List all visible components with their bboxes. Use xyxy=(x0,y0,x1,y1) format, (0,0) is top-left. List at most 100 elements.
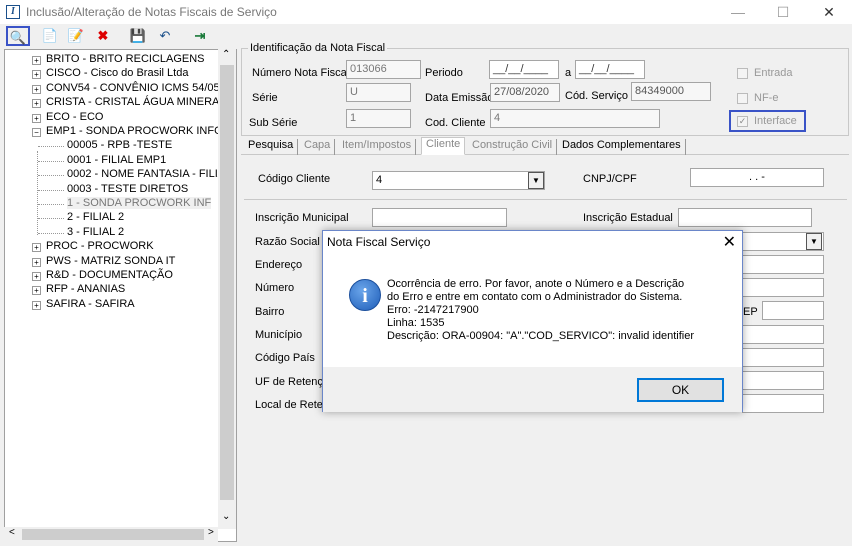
minimize-button[interactable]: — xyxy=(723,3,753,21)
tab-capa[interactable]: Capa xyxy=(300,139,336,155)
cep-field[interactable] xyxy=(762,301,824,320)
expand-icon[interactable]: + xyxy=(32,70,41,80)
collapse-icon[interactable]: − xyxy=(32,128,41,137)
serie-label: Série xyxy=(252,92,278,104)
expand-icon[interactable]: + xyxy=(32,286,41,296)
tree-item-label: 3 - FILIAL 2 xyxy=(67,225,125,238)
tree-item[interactable]: RFP - ANANIAS xyxy=(46,283,125,295)
endereco-field[interactable] xyxy=(742,255,824,274)
tree-item[interactable]: 0003 - TESTE DIRETOS xyxy=(67,183,188,195)
periodo-from-field[interactable]: __/__/____ xyxy=(489,60,559,79)
tree-item[interactable]: PWS - MATRIZ SONDA IT xyxy=(46,255,175,267)
numero-nf-field[interactable]: 013066 xyxy=(346,60,421,79)
tree-item[interactable]: 3 - FILIAL 2 xyxy=(67,226,124,238)
expand-icon[interactable]: + xyxy=(32,272,41,281)
razao-social-label: Razão Social xyxy=(255,236,320,248)
periodo-to-field[interactable]: __/__/____ xyxy=(575,60,645,79)
entrada-checkbox[interactable] xyxy=(737,68,748,79)
tree-item[interactable]: BRITO - BRITO RECICLAGENS xyxy=(46,53,205,65)
maximize-button[interactable]: ☐ xyxy=(768,3,798,21)
tab-pesquisa[interactable]: Pesquisa xyxy=(244,139,299,155)
tree-item-label: R&D - DOCUMENTAÇÃO xyxy=(46,269,173,281)
ok-button[interactable]: OK xyxy=(637,378,724,402)
company-tree[interactable]: BRITO - BRITO RECICLAGENS + CISCO - Cisco … xyxy=(4,49,237,542)
binoculars-icon[interactable]: 🔍 xyxy=(6,26,30,46)
codigo-pais-label: Código País xyxy=(255,352,315,364)
tree-item[interactable]: 1 - SONDA PROCWORK INF xyxy=(67,197,212,209)
numero-field[interactable] xyxy=(742,278,824,297)
tree-item[interactable]: PROC - PROCWORK xyxy=(46,240,154,252)
cod-servico-field[interactable]: 84349000 xyxy=(631,82,711,101)
close-window-button[interactable]: ✕ xyxy=(814,3,844,21)
tree-item[interactable]: CRISTA - CRISTAL ÁGUA MINERAL xyxy=(46,96,226,108)
inscricao-municipal-field[interactable] xyxy=(372,208,507,227)
exit-icon[interactable]: ⇥ xyxy=(190,26,210,46)
nfe-label: NF-e xyxy=(754,92,779,104)
tree-item[interactable]: ECO - ECO xyxy=(46,111,103,123)
undo-icon[interactable]: ↶ xyxy=(155,26,175,46)
tab-dados-complementares[interactable]: Dados Complementares xyxy=(558,139,686,155)
message-line: Ocorrência de erro. Por favor, anote o N… xyxy=(387,278,685,290)
tree-item[interactable]: SAFIRA - SAFIRA xyxy=(46,298,135,310)
tab-construcao-civil[interactable]: Construção Civil xyxy=(468,139,558,155)
uf-retencao-field[interactable] xyxy=(742,371,824,390)
expand-icon[interactable]: + xyxy=(32,113,41,123)
expand-icon[interactable]: + xyxy=(32,99,41,109)
tree-item[interactable]: 0001 - FILIAL EMP1 xyxy=(67,154,166,166)
tree-item[interactable]: R&D - DOCUMENTAÇÃO xyxy=(46,269,173,281)
info-icon: i xyxy=(349,279,381,311)
codigo-cliente-combo[interactable]: 4 xyxy=(372,171,545,190)
new-document-icon[interactable]: 📄 xyxy=(40,26,60,46)
tree-item[interactable]: CISCO - Cisco do Brasil Ltda xyxy=(46,67,188,79)
dialog-title: Nota Fiscal Serviço xyxy=(327,235,431,249)
expand-icon[interactable]: + xyxy=(32,56,41,65)
tree-item[interactable]: 0002 - NOME FANTASIA - FILIAL xyxy=(67,168,231,180)
serie-field[interactable]: U xyxy=(346,83,411,102)
tree-item[interactable]: CONV54 - CONVÊNIO ICMS 54/05 xyxy=(46,82,220,94)
hscroll-thumb[interactable] xyxy=(22,529,204,540)
tree-item-label: 0001 - FILIAL EMP1 xyxy=(67,153,167,166)
expand-icon[interactable]: + xyxy=(32,84,41,94)
tab-cliente[interactable]: Cliente xyxy=(421,137,466,155)
local-retencao-field[interactable] xyxy=(742,394,824,413)
tree-item[interactable]: 00005 - RPB -TESTE xyxy=(67,139,172,151)
tree-item-label: EMP1 - SONDA PROCWORK INFOR xyxy=(46,125,231,137)
cod-cliente-field[interactable]: 4 xyxy=(490,109,660,128)
entrada-label: Entrada xyxy=(754,67,793,79)
tree-item-label: PROC - PROCWORK xyxy=(46,240,154,253)
uf-retencao-label: UF de Retençã xyxy=(255,376,329,388)
save-icon[interactable]: 💾 xyxy=(128,26,148,46)
codigo-pais-field[interactable] xyxy=(742,348,824,367)
tab-item-impostos[interactable]: Item/Impostos xyxy=(338,139,417,155)
dialog-close-icon[interactable]: ✕ xyxy=(723,232,736,252)
error-number: Erro: -2147217900 xyxy=(387,304,479,316)
tree-item-label: 1 - SONDA PROCWORK INF xyxy=(67,197,212,209)
municipio-label: Município xyxy=(255,329,303,341)
interface-checkbox[interactable]: ✓ xyxy=(737,116,748,127)
numero-nf-label: Número Nota Fiscal xyxy=(252,67,350,79)
scroll-down-icon[interactable]: ⌄ xyxy=(222,511,230,522)
expand-icon[interactable]: + xyxy=(32,257,41,267)
municipio-field[interactable] xyxy=(742,325,824,344)
bairro-label: Bairro xyxy=(255,306,285,318)
scroll-left-icon[interactable]: < xyxy=(9,527,15,538)
inscricao-estadual-field[interactable] xyxy=(678,208,812,227)
tree-horizontal-scrollbar[interactable]: < > xyxy=(4,527,218,542)
scroll-up-icon[interactable]: ⌃ xyxy=(222,49,230,60)
data-emissao-field[interactable]: 27/08/2020 xyxy=(490,83,560,102)
nfe-checkbox[interactable] xyxy=(737,93,748,104)
subserie-field[interactable]: 1 xyxy=(346,109,411,128)
scroll-thumb[interactable] xyxy=(220,65,234,500)
tree-item[interactable]: EMP1 - SONDA PROCWORK INFOR xyxy=(46,125,231,137)
edit-icon[interactable]: 📝 xyxy=(66,26,86,46)
cnpj-field[interactable]: . . - xyxy=(690,168,824,187)
error-dialog: Nota Fiscal Serviço ✕ i Ocorrência de er… xyxy=(322,230,743,412)
delete-icon[interactable]: ✖ xyxy=(93,26,113,46)
razao-chevron-down-icon[interactable]: ▼ xyxy=(806,233,822,250)
chevron-down-icon[interactable]: ▼ xyxy=(528,172,544,189)
scroll-right-icon[interactable]: > xyxy=(208,527,214,538)
expand-icon[interactable]: + xyxy=(32,300,41,310)
expand-icon[interactable]: + xyxy=(32,243,41,253)
tree-item[interactable]: 2 - FILIAL 2 xyxy=(67,211,124,223)
tree-vertical-scrollbar[interactable]: ⌃ ⌄ xyxy=(218,49,236,529)
